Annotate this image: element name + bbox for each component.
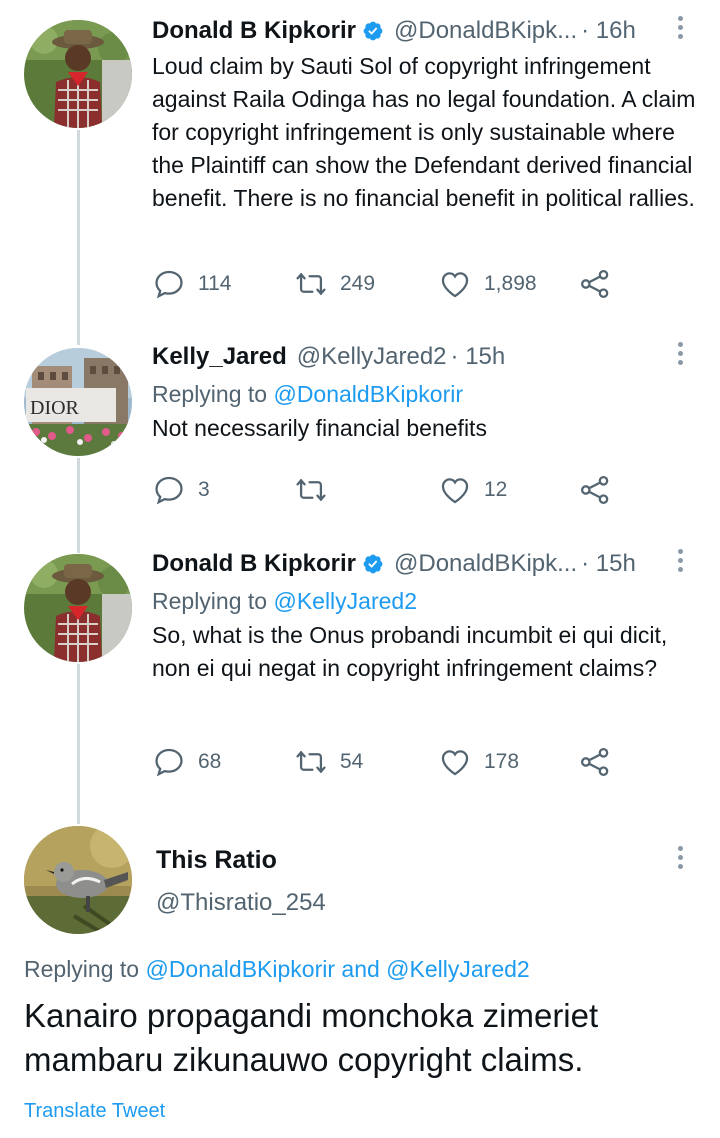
reply-button[interactable]: 3 <box>152 470 210 510</box>
retweet-icon <box>296 478 326 502</box>
avatar[interactable] <box>24 20 132 128</box>
tweet[interactable]: Kelly_Jared @KellyJared2 · 15h Replying … <box>152 340 700 445</box>
more-icon[interactable] <box>676 342 684 370</box>
share-button[interactable] <box>578 264 612 304</box>
avatar[interactable] <box>24 554 132 662</box>
retweet-count: 54 <box>340 750 364 773</box>
user-handle[interactable]: @DonaldBKipk... <box>394 17 577 45</box>
display-name[interactable]: This Ratio <box>156 846 326 875</box>
replying-to-link[interactable]: @DonaldBKipkorir <box>145 956 335 982</box>
reply-icon <box>155 476 183 505</box>
reply-count: 68 <box>198 750 222 773</box>
thread-line <box>77 130 80 345</box>
reply-button[interactable]: 68 <box>152 742 221 782</box>
reply-button[interactable]: 114 <box>152 264 231 304</box>
retweet-button[interactable]: 54 <box>294 742 363 782</box>
tweet-text: Loud claim by Sauti Sol of copyright inf… <box>152 53 696 211</box>
retweet-count: 249 <box>340 272 376 295</box>
translate-tweet-link[interactable]: Translate Tweet <box>24 1100 165 1123</box>
retweet-icon <box>296 272 326 296</box>
more-icon[interactable] <box>676 16 684 44</box>
tweet-text: Not necessarily financial benefits <box>152 415 487 441</box>
reply-count: 3 <box>198 478 210 501</box>
share-icon <box>580 747 609 777</box>
share-button[interactable] <box>578 742 612 782</box>
display-name[interactable]: Donald B Kipkorir <box>152 17 356 45</box>
like-button[interactable]: 1,898 <box>438 264 537 304</box>
tweet[interactable]: Donald B Kipkorir @DonaldBKipk... · 15h … <box>152 547 700 685</box>
more-icon[interactable] <box>676 846 684 874</box>
thread-line <box>77 458 80 553</box>
main-tweet-header: This Ratio @Thisratio_254 <box>156 846 326 917</box>
reply-icon <box>155 270 183 299</box>
like-button[interactable]: 12 <box>438 470 507 510</box>
reply-count: 114 <box>198 272 232 295</box>
avatar[interactable] <box>24 826 132 934</box>
verified-badge-icon <box>362 20 384 42</box>
verified-badge-icon <box>362 553 384 575</box>
replying-to: Replying to @DonaldBKipkorir <box>152 378 700 410</box>
thread-line <box>77 664 80 824</box>
tweet[interactable]: Donald B Kipkorir @DonaldBKipk... · 16h … <box>152 14 700 215</box>
like-count: 178 <box>484 750 520 773</box>
replying-to-prefix: Replying to <box>24 956 140 982</box>
like-button[interactable]: 178 <box>438 742 519 782</box>
display-name[interactable]: Donald B Kipkorir <box>152 550 356 578</box>
reply-icon <box>155 748 183 777</box>
replying-to-prefix: Replying to <box>152 588 268 614</box>
tweet-header: Kelly_Jared @KellyJared2 · 15h <box>152 340 700 374</box>
avatar[interactable]: DIOR <box>24 348 132 456</box>
share-icon <box>580 475 609 505</box>
main-tweet-text: Kanairo propagandi monchoka zimeriet mam… <box>24 997 599 1078</box>
retweet-button[interactable] <box>294 470 340 510</box>
timestamp[interactable]: · 15h <box>581 550 636 578</box>
user-handle[interactable]: @KellyJared2 <box>297 343 447 371</box>
replying-to-link[interactable]: @KellyJared2 <box>273 588 417 614</box>
display-name[interactable]: Kelly_Jared <box>152 343 287 371</box>
replying-to-prefix: Replying to <box>152 381 268 407</box>
timestamp[interactable]: · 16h <box>581 17 636 45</box>
like-icon <box>441 478 469 504</box>
replying-to: Replying to @DonaldBKipkorir and @KellyJ… <box>24 956 530 983</box>
timestamp[interactable]: · 15h <box>451 343 506 371</box>
like-icon <box>441 750 469 776</box>
retweet-icon <box>296 750 326 774</box>
like-icon <box>441 272 469 298</box>
user-handle[interactable]: @Thisratio_254 <box>156 889 326 917</box>
tweet-text: So, what is the Onus probandi incumbit e… <box>152 622 668 681</box>
like-count: 1,898 <box>484 272 537 295</box>
replying-to-link[interactable]: @DonaldBKipkorir <box>273 381 463 407</box>
replying-to-link[interactable]: @KellyJared2 <box>386 956 530 982</box>
tweet-header: Donald B Kipkorir @DonaldBKipk... · 15h <box>152 547 700 581</box>
retweet-button[interactable]: 249 <box>294 264 375 304</box>
more-icon[interactable] <box>676 549 684 577</box>
share-icon <box>580 269 609 299</box>
share-button[interactable] <box>578 470 612 510</box>
replying-to-and: and <box>341 956 380 982</box>
like-count: 12 <box>484 478 508 501</box>
avatar-text: DIOR <box>30 397 80 419</box>
tweet-header: Donald B Kipkorir @DonaldBKipk... · 16h <box>152 14 700 48</box>
replying-to: Replying to @KellyJared2 <box>152 585 700 617</box>
user-handle[interactable]: @DonaldBKipk... <box>394 550 577 578</box>
